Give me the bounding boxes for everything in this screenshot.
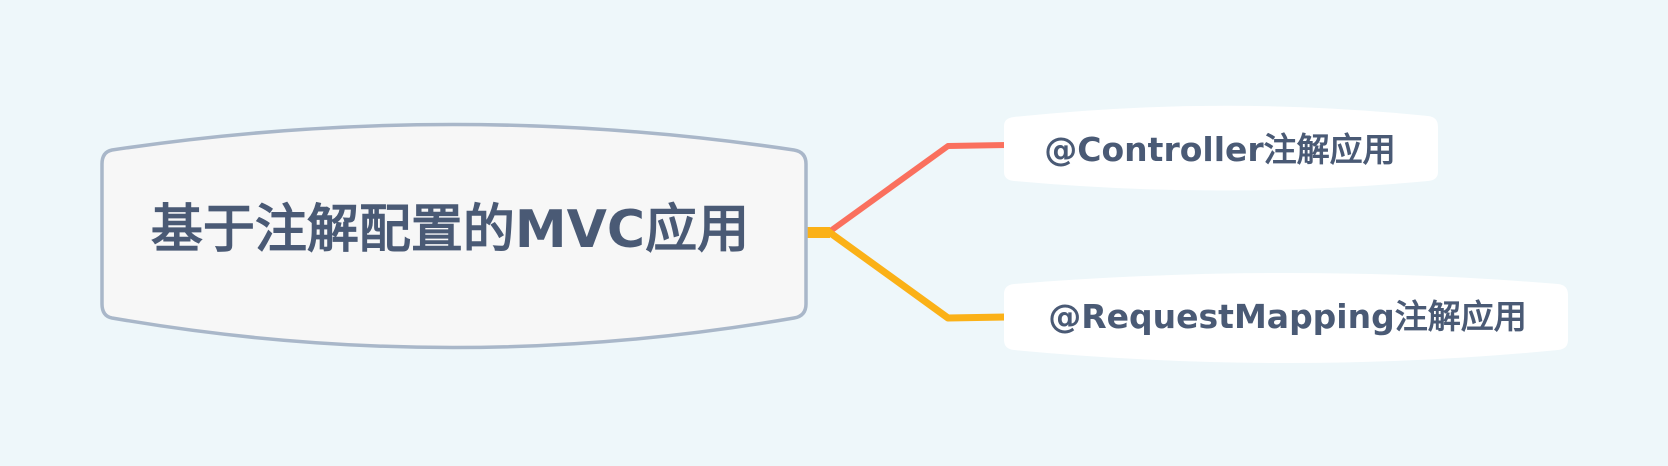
root-node-label: 基于注解配置的MVC应用 [150,200,750,260]
child-node-controller-label: @Controller注解应用 [1044,130,1396,169]
mind-map-canvas: 基于注解配置的MVC应用 @Controller注解应用 @RequestMap… [0,0,1668,466]
child-node-requestmapping-label: @RequestMapping注解应用 [1048,297,1527,336]
branch-connector-controller [806,142,1007,235]
branch-connector-requestmapping [806,228,1007,322]
root-connector-stub [804,227,830,238]
